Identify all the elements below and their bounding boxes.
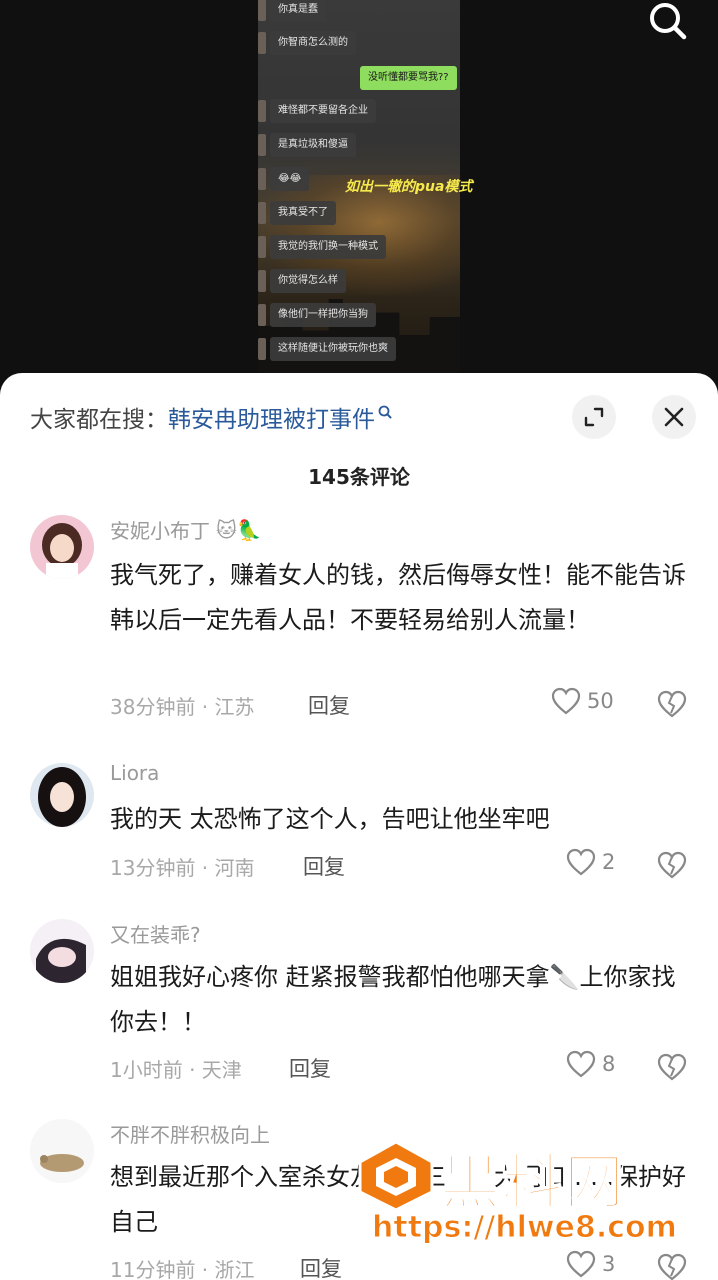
close-icon	[664, 407, 684, 427]
reply-button[interactable]: 回复	[303, 851, 345, 881]
comment-text: 我气死了，赚着女人的钱，然后侮辱女性！能不能告诉韩以后一定先看人品！不要轻易给别…	[110, 561, 686, 634]
dislike-button[interactable]	[656, 1252, 688, 1280]
chat-avatar	[258, 236, 266, 258]
chat-message: 你智商怎么测的	[270, 31, 356, 55]
close-button[interactable]	[652, 395, 696, 439]
expand-icon	[584, 407, 604, 427]
search-icon	[650, 3, 687, 40]
expand-button[interactable]	[572, 395, 616, 439]
like-button[interactable]: 2	[566, 848, 615, 876]
broken-heart-icon	[657, 1253, 687, 1280]
author-name: 又在装乖?	[110, 923, 201, 947]
like-count: 3	[602, 1252, 616, 1276]
dislike-button[interactable]	[656, 689, 688, 721]
chat-avatar	[258, 202, 266, 224]
avatar[interactable]	[30, 1119, 94, 1183]
comment-meta: 11分钟前 · 浙江	[110, 1258, 255, 1280]
comment-author[interactable]: Liora	[110, 761, 159, 785]
chat-avatar	[258, 0, 266, 21]
like-button[interactable]: 50	[551, 687, 614, 715]
reply-button[interactable]: 回复	[300, 1253, 342, 1280]
comment-sheet: 大家都在搜： 韩安冉助理被打事件 145条评论 安妮小布丁 🐱🦜 我气死了，赚着…	[0, 373, 718, 1280]
comment-meta: 13分钟前 · 河南	[110, 856, 255, 880]
chat-message: 我真受不了	[270, 201, 336, 225]
comment-meta: 1小时前 · 天津	[110, 1058, 242, 1082]
reply-button[interactable]: 回复	[308, 690, 350, 720]
heart-icon	[566, 1050, 596, 1078]
like-button[interactable]: 8	[566, 1050, 615, 1078]
reply-button[interactable]: 回复	[289, 1053, 331, 1083]
chat-avatar	[258, 168, 266, 190]
video-player[interactable]: 你真是蠢 你智商怎么测的 没听懂都要骂我?? 难怪都不要留各企业 是真垃圾和傻逼…	[0, 0, 718, 400]
like-count: 8	[602, 1052, 616, 1076]
avatar[interactable]	[30, 919, 94, 983]
chat-avatar	[258, 100, 266, 122]
broken-heart-icon	[657, 851, 687, 879]
author-name: 安妮小布丁	[110, 519, 210, 543]
author-badge-icons: 🐱🦜	[216, 517, 262, 542]
video-caption: 如出一辙的pua模式	[345, 179, 473, 195]
chat-message: 是真垃圾和傻逼	[270, 133, 356, 157]
chat-message: 难怪都不要留各企业	[270, 99, 376, 123]
comment-text: 我的天 太恐怖了这个人，告吧让他坐牢吧	[110, 805, 550, 833]
chat-avatar	[258, 338, 266, 360]
avatar[interactable]	[30, 763, 94, 827]
like-button[interactable]: 3	[566, 1250, 615, 1278]
chat-avatar	[258, 32, 266, 54]
chat-message-mine: 没听懂都要骂我??	[360, 66, 457, 90]
author-name: 不胖不胖积极向上	[110, 1123, 270, 1147]
comment-author[interactable]: 又在装乖?	[110, 919, 201, 948]
search-icon	[378, 405, 392, 419]
comment-text: 想到最近那个入室杀女友案那三……大门口……保护好自己	[110, 1163, 686, 1236]
search-button[interactable]	[646, 0, 690, 44]
heart-icon	[551, 687, 581, 715]
comment-author[interactable]: 不胖不胖积极向上	[110, 1119, 270, 1148]
chat-message: 你真是蠢	[270, 0, 326, 22]
trending-search-link[interactable]: 大家都在搜： 韩安冉助理被打事件	[30, 399, 393, 435]
avatar[interactable]	[30, 515, 94, 579]
heart-icon	[566, 1250, 596, 1278]
like-count: 2	[602, 850, 616, 874]
dislike-button[interactable]	[656, 850, 688, 882]
chat-message: 像他们一样把你当狗	[270, 303, 376, 327]
chat-avatar	[258, 304, 266, 326]
trending-search-term: 韩安冉助理被打事件	[168, 407, 375, 433]
chat-avatar	[258, 134, 266, 156]
chat-avatar	[258, 270, 266, 292]
heart-icon	[566, 848, 596, 876]
broken-heart-icon	[657, 690, 687, 718]
comment-author[interactable]: 安妮小布丁 🐱🦜	[110, 515, 262, 544]
comment-text: 姐姐我好心疼你 赶紧报警我都怕他哪天拿🔪上你家找你去！！	[110, 963, 676, 1036]
broken-heart-icon	[657, 1053, 687, 1081]
author-name: Liora	[110, 761, 160, 785]
chat-message: 我觉的我们换一种模式	[270, 235, 386, 259]
chat-message: 你觉得怎么样	[270, 269, 346, 293]
trending-search-prefix: 大家都在搜：	[30, 407, 168, 433]
comment-count: 145条评论	[308, 465, 410, 489]
chat-message: 😂😂	[270, 167, 310, 191]
like-count: 50	[587, 689, 614, 713]
chat-message: 这样随便让你被玩你也爽	[270, 337, 396, 361]
comment-meta: 38分钟前 · 江苏	[110, 695, 255, 719]
dislike-button[interactable]	[656, 1052, 688, 1084]
